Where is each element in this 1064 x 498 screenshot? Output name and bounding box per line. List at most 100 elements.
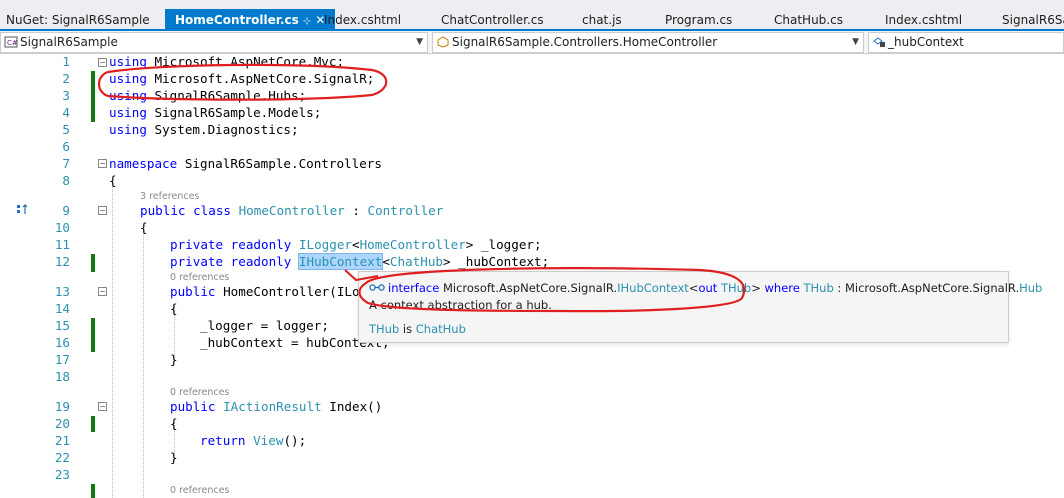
codelens-references[interactable]: 0 references <box>170 272 229 283</box>
code-line: 9 public class HomeController : Controlle… <box>0 203 1064 220</box>
tab-chat-js[interactable]: chat.js <box>576 9 628 31</box>
code-text: { <box>170 416 178 431</box>
type-name: HomeController <box>359 237 466 252</box>
line-number: 16 <box>54 335 70 350</box>
tooltip-keyword: out <box>698 281 718 295</box>
class-icon <box>437 36 449 48</box>
code-text: > <box>443 254 451 269</box>
method-name: View <box>253 433 284 448</box>
tab-chatcontroller[interactable]: ChatController.cs <box>435 9 550 31</box>
tooltip-type-link[interactable]: IHubContext <box>617 281 689 295</box>
code-text: System.Diagnostics; <box>146 122 299 137</box>
code-text: { <box>109 173 117 188</box>
line-number: 19 <box>54 399 70 414</box>
codelens-references[interactable]: 0 references <box>170 387 229 398</box>
tooltip-type-param[interactable]: THub <box>721 281 751 295</box>
keyword: using <box>109 122 147 137</box>
member-dropdown[interactable]: _hubContext <box>868 32 1064 53</box>
class-name: HomeController <box>238 203 345 218</box>
code-line: 1 using Microsoft.AspNetCore.Mvc; <box>0 54 1064 71</box>
tab-index-cshtml[interactable]: Index.cshtml <box>318 9 407 31</box>
tooltip-type-link[interactable]: ChatHub <box>416 322 466 336</box>
type-dropdown[interactable]: SignalR6Sample.Controllers.HomeControlle… <box>432 32 864 53</box>
navigation-bar: C# SignalR6Sample ▼ SignalR6Sample.Control… <box>0 31 1064 54</box>
type-label: SignalR6Sample.Controllers.HomeControlle… <box>452 35 718 49</box>
quick-info-tooltip: interface Microsoft.AspNetCore.SignalR.I… <box>358 271 1042 343</box>
code-text: _logger = logger; <box>200 318 329 333</box>
code-text: HomeController(ILo <box>215 284 360 299</box>
code-line: 4 using SignalR6Sample.Models; <box>0 105 1064 122</box>
tooltip-namespace: Microsoft.AspNetCore.SignalR. <box>442 281 618 295</box>
type-name: ILogger <box>298 237 352 252</box>
keyword: return <box>200 433 246 448</box>
type-name: IActionResult <box>223 399 322 414</box>
base-type: Controller <box>367 203 444 218</box>
pin-icon[interactable]: ⊹ <box>303 16 311 27</box>
line-number: 11 <box>54 237 70 252</box>
line-number: 15 <box>54 318 70 333</box>
line-number: 20 <box>54 416 70 431</box>
keyword: public class <box>140 203 231 218</box>
code-line: 6 <box>0 139 1064 156</box>
keyword: using <box>109 54 147 69</box>
line-number: 5 <box>62 122 70 137</box>
keyword: public <box>170 284 216 299</box>
keyword: using <box>109 88 147 103</box>
tab-chathub[interactable]: ChatHub.cs <box>768 9 849 31</box>
line-number: 6 <box>62 139 70 154</box>
line-number: 3 <box>62 88 70 103</box>
code-line: 11 private readonly ILogger<HomeControlle… <box>0 237 1064 254</box>
tab-homecontroller[interactable]: HomeController.cs ⊹ ✕ <box>165 9 336 31</box>
code-line: 8{ <box>0 173 1064 190</box>
line-number: 2 <box>62 71 70 86</box>
tooltip-text: : Microsoft.AspNetCore.SignalR. <box>833 281 1020 295</box>
line-number: 23 <box>54 467 70 482</box>
codelens-references[interactable]: 0 references <box>170 485 229 496</box>
tooltip-text: < <box>688 281 699 295</box>
code-text: : <box>344 203 368 218</box>
line-number: 18 <box>54 369 70 384</box>
tab-program[interactable]: Program.cs <box>659 9 738 31</box>
code-line: 23 <box>0 467 1064 484</box>
highlighted-type-name[interactable]: IHubContext <box>297 253 384 270</box>
tooltip-type-link[interactable]: Hub <box>1019 281 1042 295</box>
code-text: Microsoft.AspNetCore.SignalR; <box>146 71 375 86</box>
code-text: { <box>170 301 178 316</box>
tooltip-type-param[interactable]: THub <box>369 322 399 336</box>
line-number: 12 <box>54 254 70 269</box>
tab-signalr-overflow[interactable]: SignalR6Sar <box>996 9 1064 31</box>
tab-nuget[interactable]: NuGet: SignalR6Sample <box>0 9 156 31</box>
codelens-references[interactable]: 3 references <box>140 191 199 202</box>
code-line: 21 return View(); <box>0 433 1064 450</box>
project-dropdown[interactable]: C# SignalR6Sample ▼ <box>0 32 428 53</box>
code-line: 10 { <box>0 220 1064 237</box>
code-line: 22} <box>0 450 1064 467</box>
line-number: 13 <box>54 284 70 299</box>
keyword: public <box>170 399 216 414</box>
tooltip-text: is <box>402 322 413 336</box>
tooltip-type-param[interactable]: THub <box>804 281 834 295</box>
keyword: private readonly <box>170 254 292 269</box>
code-text: } <box>170 450 178 465</box>
code-line: 7 namespace SignalR6Sample.Controllers <box>0 156 1064 173</box>
keyword: namespace <box>109 156 178 171</box>
code-text: (); <box>283 433 307 448</box>
code-text: SignalR6Sample.Hubs; <box>146 88 307 103</box>
code-line: 12 private readonly IHubContext<ChatHub> … <box>0 253 1064 271</box>
tooltip-type-params: THub is ChatHub <box>369 322 466 336</box>
keyword: using <box>109 71 147 86</box>
code-line: 20 { <box>0 416 1064 433</box>
line-number: 8 <box>62 173 70 188</box>
tab-index-cshtml-2[interactable]: Index.cshtml <box>879 9 968 31</box>
type-name: ChatHub <box>389 254 443 269</box>
line-number: 21 <box>54 433 70 448</box>
code-text: } <box>170 352 178 367</box>
code-text: _logger; <box>473 237 542 252</box>
line-number: 10 <box>54 220 70 235</box>
code-text: < <box>382 254 390 269</box>
change-bar <box>91 484 95 498</box>
line-number: 9 <box>62 203 70 218</box>
code-text: < <box>352 237 360 252</box>
line-number: 14 <box>54 301 70 316</box>
tooltip-text: > <box>751 281 761 295</box>
